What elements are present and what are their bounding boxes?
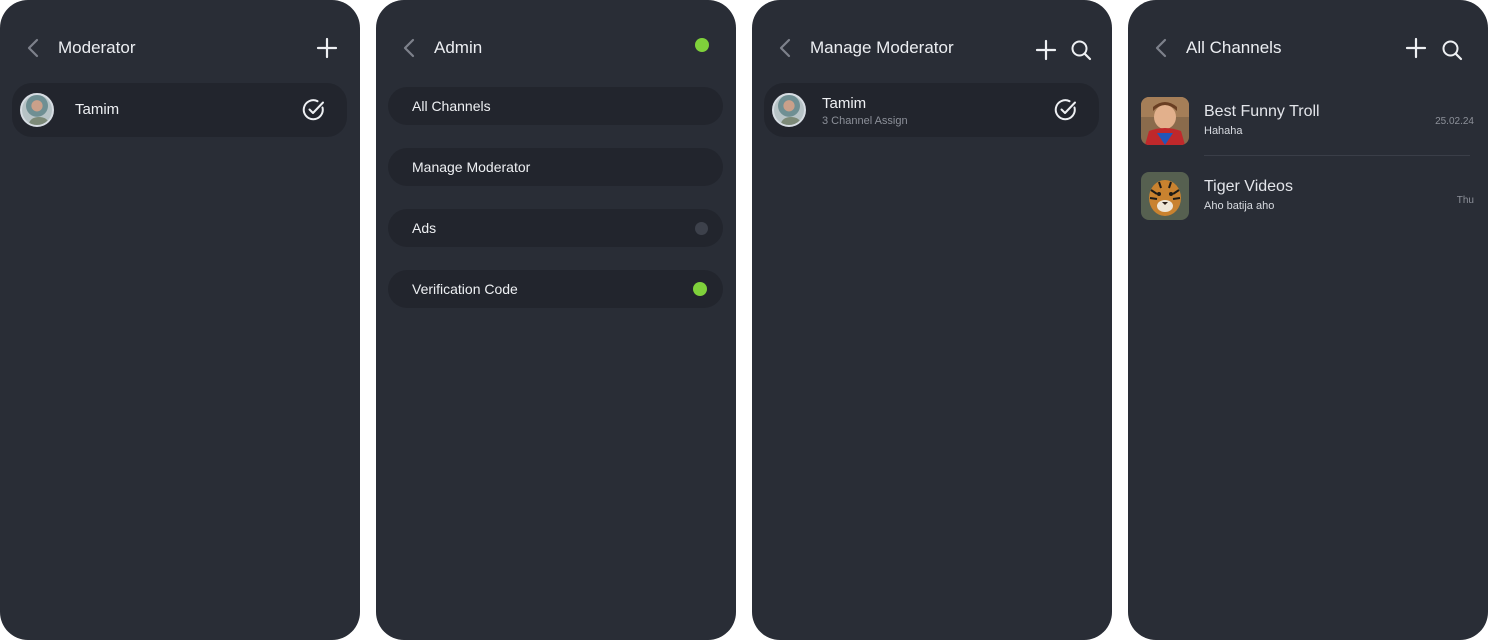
menu-item-all-channels[interactable]: All Channels — [388, 87, 723, 125]
channel-thumbnail — [1141, 172, 1189, 220]
menu-item-label: Ads — [412, 220, 437, 236]
manage-moderator-screen: Manage Moderator Tamim 3 Channel Assign — [752, 0, 1112, 640]
menu-item-label: Verification Code — [412, 281, 518, 297]
back-chevron-icon[interactable] — [778, 38, 792, 58]
channel-name: Best Funny Troll — [1204, 103, 1320, 120]
page-title: All Channels — [1186, 38, 1282, 57]
menu-item-ads[interactable]: Ads — [388, 209, 723, 247]
page-title: Admin — [434, 38, 483, 57]
avatar — [772, 93, 806, 127]
channel-last-message: Hahaha — [1204, 125, 1243, 137]
moderator-screen: Moderator Tamim — [0, 0, 360, 640]
channel-name: Tiger Videos — [1204, 178, 1293, 195]
add-moderator-plus-icon[interactable] — [1035, 39, 1057, 61]
moderator-name: Tamim — [75, 101, 120, 118]
add-moderator-plus-icon[interactable] — [316, 37, 338, 59]
verification-toggle-on-dot[interactable] — [693, 282, 707, 296]
moderator-name: Tamim — [822, 95, 867, 112]
page-title: Moderator — [58, 38, 136, 57]
divider — [1204, 155, 1470, 156]
back-chevron-icon[interactable] — [402, 38, 416, 58]
channel-list-item[interactable]: Tiger Videos Aho batija aho Thu — [1128, 165, 1488, 231]
admin-screen: Admin All Channels Manage Moderator Ads … — [376, 0, 736, 640]
check-circle-icon[interactable] — [302, 98, 326, 122]
menu-item-label: All Channels — [412, 98, 491, 114]
back-chevron-icon[interactable] — [26, 38, 40, 58]
menu-item-label: Manage Moderator — [412, 159, 531, 175]
back-chevron-icon[interactable] — [1154, 38, 1168, 58]
all-channels-screen: All Channels Best Funny Troll Hahaha 25.… — [1128, 0, 1488, 640]
channel-date: Thu — [1456, 195, 1474, 206]
avatar — [20, 93, 54, 127]
channel-thumbnail — [1141, 97, 1189, 145]
online-status-dot — [695, 38, 709, 52]
channel-last-message: Aho batija aho — [1204, 200, 1275, 212]
check-circle-icon[interactable] — [1054, 98, 1078, 122]
add-channel-plus-icon[interactable] — [1405, 37, 1427, 59]
channel-assign-count: 3 Channel Assign — [822, 115, 908, 127]
menu-item-manage-moderator[interactable]: Manage Moderator — [388, 148, 723, 186]
channel-date: 25.02.24 — [1435, 116, 1474, 127]
ads-toggle-off-dot[interactable] — [695, 222, 708, 235]
search-icon[interactable] — [1441, 39, 1463, 61]
menu-item-verification-code[interactable]: Verification Code — [388, 270, 723, 308]
moderator-row[interactable]: Tamim 3 Channel Assign — [764, 83, 1099, 137]
moderator-row[interactable]: Tamim — [12, 83, 347, 137]
channel-list-item[interactable]: Best Funny Troll Hahaha 25.02.24 — [1128, 90, 1488, 156]
search-icon[interactable] — [1070, 39, 1092, 61]
page-title: Manage Moderator — [810, 38, 954, 57]
